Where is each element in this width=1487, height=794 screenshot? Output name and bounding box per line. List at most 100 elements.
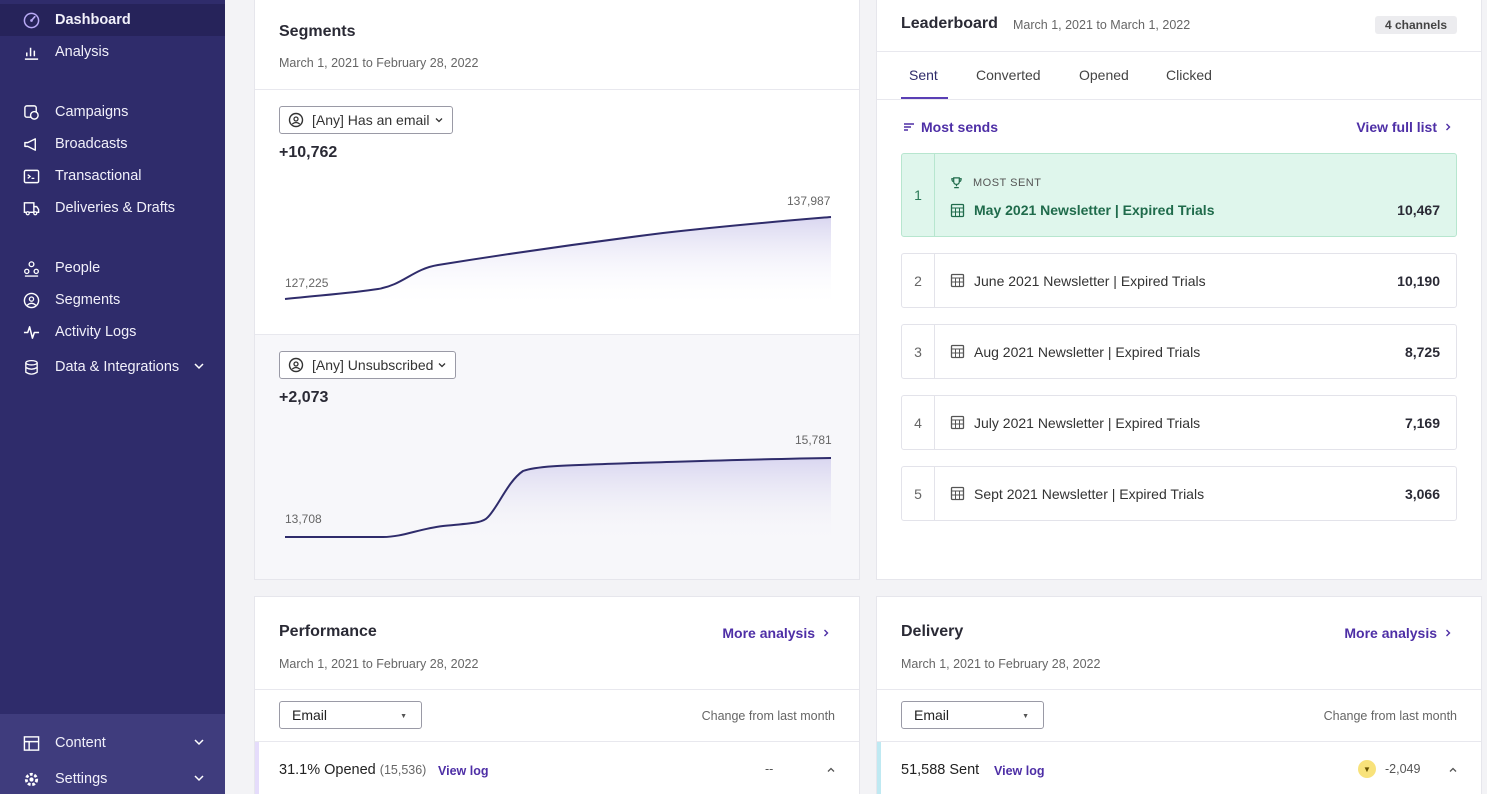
row-value: 8,725 bbox=[1404, 343, 1440, 360]
chevron-right-icon bbox=[1446, 123, 1451, 131]
delivery-more-analysis-link[interactable]: More analysis bbox=[1344, 625, 1453, 641]
newsletter-icon bbox=[950, 486, 965, 501]
sidebar-item-deliveries-drafts[interactable]: Deliveries & Drafts bbox=[0, 192, 225, 224]
trophy-icon bbox=[951, 177, 962, 189]
sidebar-item-label: Settings bbox=[55, 771, 108, 787]
leaderboard-title: Leaderboard bbox=[901, 15, 998, 32]
row-value: 10,190 bbox=[1397, 272, 1440, 289]
leaderboard-row[interactable]: 4 July 2021 Newsletter | Expired Trials … bbox=[901, 395, 1457, 450]
sidebar-item-label: Broadcasts bbox=[55, 136, 128, 152]
chevron-down-icon[interactable] bbox=[193, 360, 205, 372]
row-value: 7,169 bbox=[1404, 414, 1440, 431]
truck-icon bbox=[22, 199, 40, 217]
change-label: Change from last month bbox=[701, 709, 835, 723]
leaderboard-row[interactable]: 2 June 2021 Newsletter | Expired Trials … bbox=[901, 253, 1457, 308]
delivery-channel-select[interactable]: Email ▼ bbox=[901, 701, 1044, 729]
newsletter-icon bbox=[950, 415, 965, 430]
sidebar-item-settings[interactable]: Settings bbox=[0, 763, 225, 794]
chevron-right-icon bbox=[1446, 629, 1451, 637]
sparkline-has-email bbox=[284, 216, 832, 307]
sidebar-item-dashboard[interactable]: Dashboard bbox=[0, 4, 225, 36]
divider bbox=[877, 689, 1481, 690]
segments-card: Segments March 1, 2021 to February 28, 2… bbox=[254, 0, 860, 580]
sort-most-sends[interactable]: Most sends bbox=[903, 119, 998, 135]
metric-accent-bar bbox=[255, 742, 259, 794]
sidebar-item-data-integrations[interactable]: Data & Integrations bbox=[0, 351, 225, 383]
row-name: July 2021 Newsletter | Expired Trials bbox=[950, 396, 1200, 449]
divider bbox=[255, 689, 859, 690]
view-log-link[interactable]: View log bbox=[438, 764, 488, 778]
performance-channel-select[interactable]: Email ▼ bbox=[279, 701, 422, 729]
rank-number: 1 bbox=[902, 154, 935, 236]
metric-value: 31.1% Opened (15,536) bbox=[279, 762, 427, 778]
most-sent-label: MOST SENT bbox=[950, 176, 1041, 189]
caret-down-icon: ▼ bbox=[400, 713, 407, 720]
delivery-card: Delivery More analysis March 1, 2021 to … bbox=[876, 596, 1482, 794]
sidebar: Dashboard Analysis Campaigns Broadcasts … bbox=[0, 0, 225, 794]
sidebar-item-campaigns[interactable]: Campaigns bbox=[0, 96, 225, 128]
divider bbox=[877, 51, 1481, 52]
sidebar-item-segments[interactable]: Segments bbox=[0, 284, 225, 316]
chevron-up-icon[interactable] bbox=[1448, 765, 1458, 775]
metric-change: -2,049 bbox=[1385, 762, 1421, 776]
database-icon bbox=[22, 358, 40, 376]
campaign-icon bbox=[22, 103, 40, 121]
segment-icon bbox=[288, 112, 304, 128]
rank-number: 2 bbox=[902, 254, 935, 307]
tab-opened[interactable]: Opened bbox=[1079, 67, 1129, 83]
performance-more-analysis-link[interactable]: More analysis bbox=[722, 625, 831, 641]
leaderboard-date-range: March 1, 2021 to March 1, 2022 bbox=[1013, 18, 1191, 32]
row-name: May 2021 Newsletter | Expired Trials bbox=[950, 194, 1214, 226]
chevron-down-icon[interactable] bbox=[193, 736, 205, 748]
sidebar-item-people[interactable]: People bbox=[0, 252, 225, 284]
sidebar-item-analysis[interactable]: Analysis bbox=[0, 36, 225, 68]
tab-sent[interactable]: Sent bbox=[909, 67, 938, 83]
content-icon bbox=[22, 734, 40, 752]
segments-title: Segments bbox=[279, 23, 356, 40]
view-log-link[interactable]: View log bbox=[994, 764, 1044, 778]
sidebar-item-label: Deliveries & Drafts bbox=[55, 200, 176, 216]
channels-badge: 4 channels bbox=[1374, 16, 1457, 34]
sidebar-item-label: Dashboard bbox=[55, 12, 131, 28]
chevron-down-icon[interactable] bbox=[193, 772, 205, 784]
rank-number: 4 bbox=[902, 396, 935, 449]
sidebar-item-broadcasts[interactable]: Broadcasts bbox=[0, 128, 225, 160]
row-name: Sept 2021 Newsletter | Expired Trials bbox=[950, 467, 1204, 520]
sidebar-item-content[interactable]: Content bbox=[0, 727, 225, 759]
sidebar-item-label: Content bbox=[55, 735, 106, 751]
metric-row-opened[interactable]: 31.1% Opened (15,536) View log -- bbox=[255, 742, 859, 794]
performance-title: Performance bbox=[279, 623, 377, 640]
sidebar-item-transactional[interactable]: Transactional bbox=[0, 160, 225, 192]
leaderboard-row[interactable]: 1 MOST SENT May 2021 Newsletter | Expire… bbox=[901, 153, 1457, 237]
tab-converted[interactable]: Converted bbox=[976, 67, 1041, 83]
view-full-list-link[interactable]: View full list bbox=[1356, 119, 1453, 135]
sort-label: Most sends bbox=[921, 119, 999, 135]
change-label: Change from last month bbox=[1323, 709, 1457, 723]
metric-row-sent[interactable]: 51,588 Sent View log ▼ -2,049 bbox=[877, 742, 1481, 794]
leaderboard-card: Leaderboard March 1, 2021 to March 1, 20… bbox=[876, 0, 1482, 580]
chevron-up-icon[interactable] bbox=[826, 765, 836, 775]
newsletter-icon bbox=[950, 203, 965, 217]
sidebar-bottom: Content Settings bbox=[0, 714, 225, 794]
leaderboard-row[interactable]: 3 Aug 2021 Newsletter | Expired Trials 8… bbox=[901, 324, 1457, 379]
segment-select-unsubscribed[interactable]: [Any] Unsubscribed bbox=[279, 351, 457, 379]
tab-clicked[interactable]: Clicked bbox=[1166, 67, 1212, 83]
divider bbox=[877, 99, 1481, 100]
sidebar-item-label: Transactional bbox=[55, 168, 142, 184]
segment-select-has-email[interactable]: [Any] Has an email bbox=[279, 106, 453, 134]
decrease-icon: ▼ bbox=[1358, 760, 1376, 778]
performance-card: Performance More analysis March 1, 2021 … bbox=[254, 596, 860, 794]
segment-delta: +10,762 bbox=[279, 144, 338, 161]
bar-chart-icon bbox=[22, 43, 40, 61]
delivery-date-range: March 1, 2021 to February 28, 2022 bbox=[901, 657, 1101, 671]
leaderboard-row[interactable]: 5 Sept 2021 Newsletter | Expired Trials … bbox=[901, 466, 1457, 521]
row-name: June 2021 Newsletter | Expired Trials bbox=[950, 254, 1206, 307]
dashboard-icon bbox=[22, 11, 40, 29]
chevron-down-icon bbox=[435, 118, 442, 123]
metric-value: 51,588 Sent bbox=[901, 762, 980, 778]
terminal-icon bbox=[22, 167, 40, 185]
sidebar-item-label: Data & Integrations bbox=[55, 359, 180, 375]
sparkline-end-label: 137,987 bbox=[787, 194, 831, 208]
sidebar-item-activity-logs[interactable]: Activity Logs bbox=[0, 316, 225, 348]
segments-date-range: March 1, 2021 to February 28, 2022 bbox=[279, 56, 479, 70]
